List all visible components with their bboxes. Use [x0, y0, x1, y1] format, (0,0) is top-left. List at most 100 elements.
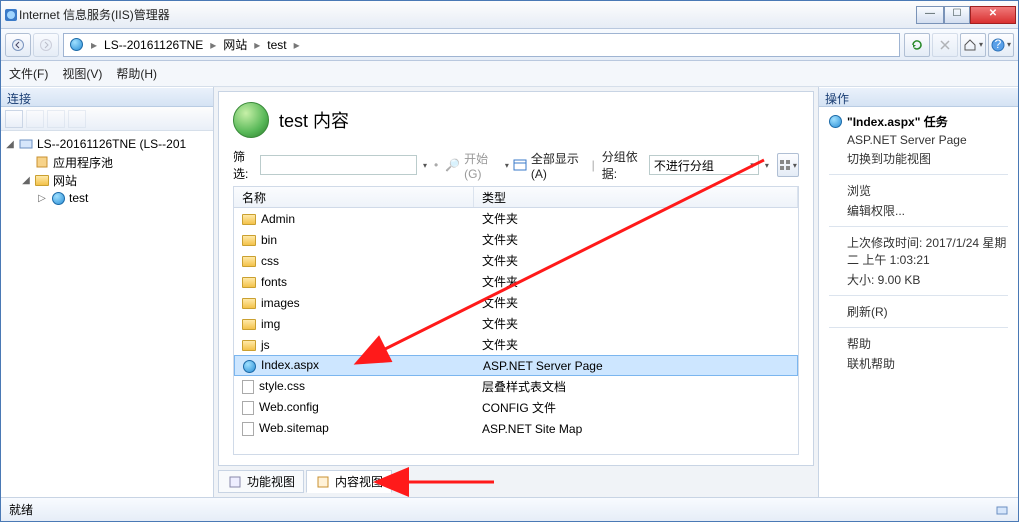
- go-icon: 🔎: [445, 157, 460, 173]
- browse-link[interactable]: 浏览: [829, 182, 1008, 199]
- file-type: 文件夹: [474, 334, 798, 355]
- file-row[interactable]: css 文件夹: [234, 250, 798, 271]
- file-name: Index.aspx: [261, 358, 319, 372]
- breadcrumb-site[interactable]: test: [267, 38, 286, 52]
- refresh-tree-button[interactable]: [68, 110, 86, 128]
- tree-host[interactable]: ◢ LS--20161126TNE (LS--201: [3, 135, 211, 153]
- connections-tree[interactable]: ◢ LS--20161126TNE (LS--201 应用程序池 ◢ 网站 ▷ …: [1, 131, 213, 497]
- filter-dropdown-icon[interactable]: ▾: [423, 161, 427, 170]
- status-icon: [994, 502, 1010, 518]
- menu-file[interactable]: 文件(F): [9, 65, 48, 82]
- file-row[interactable]: style.css层叠样式表文档: [234, 376, 798, 397]
- home-icon-button[interactable]: ▾: [960, 33, 986, 57]
- file-type: CONFIG 文件: [474, 397, 798, 418]
- showall-button[interactable]: 全部显示(A): [531, 150, 585, 181]
- filter-input[interactable]: [260, 155, 417, 175]
- status-text: 就绪: [9, 501, 33, 518]
- task-title: "Index.aspx" 任务: [847, 113, 948, 130]
- breadcrumb[interactable]: ▸ LS--20161126TNE ▸ 网站 ▸ test ▸: [63, 33, 900, 57]
- file-type: ASP.NET Site Map: [474, 420, 798, 438]
- breadcrumb-sites[interactable]: 网站: [223, 36, 247, 53]
- feature-icon: [227, 474, 243, 490]
- group-dropdown[interactable]: 不进行分组: [649, 155, 759, 175]
- chevron-down-icon[interactable]: ▾: [505, 161, 509, 170]
- delete-button[interactable]: [47, 110, 65, 128]
- file-row[interactable]: js文件夹: [234, 334, 798, 355]
- tab-content-view[interactable]: 内容视图: [306, 470, 392, 493]
- globe-icon: [829, 115, 842, 128]
- file-name: fonts: [261, 275, 287, 289]
- view-mode-button[interactable]: ▾: [777, 153, 799, 177]
- file-row[interactable]: Admin文件夹: [234, 208, 798, 229]
- minimize-button[interactable]: —: [916, 6, 944, 24]
- file-type: 文件夹: [474, 250, 798, 271]
- globe-icon: [68, 37, 84, 53]
- file-row[interactable]: images文件夹: [234, 292, 798, 313]
- online-help-link[interactable]: 联机帮助: [829, 355, 1008, 372]
- connect-button[interactable]: [5, 110, 23, 128]
- save-button[interactable]: [26, 110, 44, 128]
- refresh-icon-button[interactable]: [904, 33, 930, 57]
- col-name[interactable]: 名称: [234, 187, 474, 207]
- tree-sites[interactable]: ◢ 网站: [3, 171, 211, 189]
- folder-icon: [34, 172, 50, 188]
- filter-label: 筛选:: [233, 148, 256, 182]
- back-button[interactable]: [5, 33, 31, 57]
- file-type: ASP.NET Server Page: [475, 357, 797, 375]
- file-name: css: [261, 254, 279, 268]
- file-row[interactable]: fonts 文件夹: [234, 271, 798, 292]
- col-type[interactable]: 类型: [474, 187, 798, 207]
- file-row[interactable]: Index.aspx ASP.NET Server Page: [234, 355, 798, 376]
- file-type: 文件夹: [474, 271, 798, 292]
- refresh-link[interactable]: 刷新(R): [829, 303, 1008, 320]
- file-type: 文件夹: [474, 208, 798, 229]
- start-button[interactable]: 开始(G): [464, 150, 499, 181]
- file-list[interactable]: Admin文件夹bin文件夹css文件夹fonts文件夹images文件夹img…: [233, 208, 799, 455]
- folder-icon: [242, 340, 256, 351]
- menu-help[interactable]: 帮助(H): [116, 65, 157, 82]
- file-type: 文件夹: [474, 292, 798, 313]
- doc-icon: [242, 422, 254, 436]
- close-button[interactable]: ✕: [970, 6, 1016, 24]
- help-link[interactable]: 帮助: [829, 335, 1008, 352]
- forward-button[interactable]: [33, 33, 59, 57]
- window-title: Internet 信息服务(IIS)管理器: [19, 6, 916, 23]
- edit-perm-link[interactable]: 编辑权限...: [829, 202, 1008, 219]
- chevron-down-icon[interactable]: ▾: [765, 161, 769, 170]
- maximize-button[interactable]: ☐: [944, 6, 970, 24]
- globe-icon: [50, 190, 66, 206]
- file-type: 文件夹: [474, 229, 798, 250]
- showall-icon: [513, 157, 527, 173]
- tab-feature-view[interactable]: 功能视图: [218, 470, 304, 493]
- app-icon: [3, 7, 19, 23]
- tree-app-pools[interactable]: 应用程序池: [3, 153, 211, 171]
- menu-view[interactable]: 视图(V): [62, 65, 102, 82]
- expander-icon[interactable]: ◢: [21, 175, 31, 186]
- file-name: style.css: [259, 379, 305, 393]
- connections-header: 连接: [1, 87, 213, 107]
- file-row[interactable]: Web.configCONFIG 文件: [234, 397, 798, 418]
- site-icon: [233, 102, 269, 138]
- tree-site-test[interactable]: ▷ test: [3, 189, 211, 207]
- breadcrumb-host[interactable]: LS--20161126TNE: [104, 38, 203, 52]
- globe-icon: [243, 360, 256, 373]
- expander-icon[interactable]: ▷: [37, 193, 47, 204]
- tree-apppool-label: 应用程序池: [53, 154, 113, 171]
- expander-icon[interactable]: ◢: [5, 139, 15, 150]
- file-row[interactable]: Web.sitemapASP.NET Site Map: [234, 418, 798, 439]
- task-subtitle: ASP.NET Server Page: [829, 133, 1008, 147]
- file-row[interactable]: bin文件夹: [234, 229, 798, 250]
- folder-icon: [242, 235, 256, 246]
- file-row[interactable]: img文件夹: [234, 313, 798, 334]
- stop-icon-button[interactable]: [932, 33, 958, 57]
- switch-view-link[interactable]: 切换到功能视图: [829, 150, 1008, 167]
- tree-host-label: LS--20161126TNE (LS--201: [37, 137, 186, 151]
- filter-bar: 筛选: ▾ • 🔎 开始(G) ▾ 全部显示(A) | 分组依据: 不进行分组 …: [233, 148, 799, 182]
- folder-icon: [242, 319, 256, 330]
- menubar: 文件(F) 视图(V) 帮助(H): [1, 61, 1018, 87]
- help-icon-button[interactable]: ?▾: [988, 33, 1014, 57]
- folder-icon: [242, 298, 256, 309]
- folder-icon: [242, 214, 256, 225]
- tab-feature-label: 功能视图: [247, 473, 295, 490]
- breadcrumb-sep-icon: ▸: [291, 38, 303, 52]
